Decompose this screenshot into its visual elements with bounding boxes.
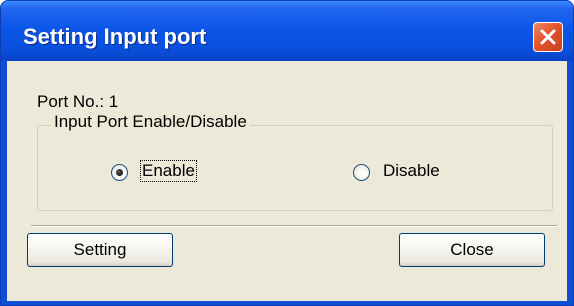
dialog-window: Setting Input port Port No.: 1 Input Por… — [0, 0, 574, 306]
title-bar[interactable]: Setting Input port — [1, 1, 573, 61]
window-title: Setting Input port — [23, 24, 207, 49]
disable-radio[interactable] — [353, 164, 370, 181]
radio-selected-dot — [116, 169, 123, 176]
enable-radio-label[interactable]: Enable — [140, 160, 197, 182]
groupbox-legend: Input Port Enable/Disable — [51, 112, 250, 132]
enable-radio[interactable] — [111, 164, 128, 181]
separator-line — [31, 225, 557, 227]
close-window-button[interactable] — [533, 22, 563, 52]
close-icon — [540, 29, 556, 45]
dialog-client-area: Port No.: 1 Input Port Enable/Disable En… — [7, 61, 567, 301]
port-number-label: Port No.: 1 — [37, 92, 119, 111]
setting-button[interactable]: Setting — [27, 233, 173, 267]
close-button[interactable]: Close — [399, 233, 545, 267]
disable-radio-label[interactable]: Disable — [383, 161, 440, 181]
